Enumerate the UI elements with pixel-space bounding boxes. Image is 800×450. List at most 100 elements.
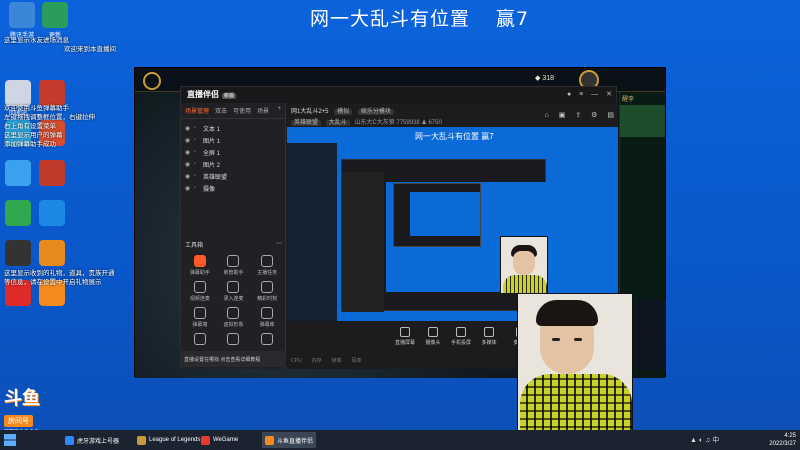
clock-date: 2022/3/27 bbox=[769, 441, 796, 447]
tool-label: 虚拟形象 bbox=[223, 322, 244, 328]
scene-item[interactable]: ◉ ▫ 图片 2 bbox=[185, 158, 281, 170]
tool-label: 弹幕墙 bbox=[192, 322, 208, 328]
visibility-icon[interactable]: ◉ bbox=[185, 125, 194, 132]
toolbox-item[interactable]: 精彩时刻 bbox=[252, 281, 282, 302]
tab-available[interactable]: 可使用 bbox=[233, 106, 251, 115]
help-notice[interactable]: 直播设置在哪找 点击查看详细教程 bbox=[181, 351, 286, 367]
visibility-icon[interactable]: ◉ bbox=[185, 137, 194, 144]
tab-scene-manage[interactable]: 场景管理 bbox=[185, 106, 209, 115]
friends-green-bar bbox=[620, 105, 665, 137]
gift-icon[interactable]: ⌂ bbox=[545, 112, 549, 119]
scene-tabs: 场景管理 双击 可使用 场景 + bbox=[181, 103, 285, 119]
taskbar-app-icon bbox=[265, 435, 274, 445]
source-button[interactable]: 多媒体 bbox=[473, 327, 505, 346]
add-scene-icon[interactable]: + bbox=[277, 106, 281, 115]
stat-label: 内存 bbox=[311, 358, 322, 364]
visibility-icon[interactable]: ◉ bbox=[185, 149, 194, 156]
toolbox-item[interactable]: 虚拟形象 bbox=[219, 307, 249, 328]
scene-name: 摄像 bbox=[203, 186, 216, 193]
record-icon[interactable]: ▣ bbox=[559, 112, 566, 119]
lock-icon[interactable]: ▫ bbox=[194, 161, 203, 167]
friends-panel-label: 醒李 bbox=[622, 97, 635, 103]
close-icon[interactable]: ✕ bbox=[606, 91, 612, 98]
toolbox-item[interactable] bbox=[252, 333, 282, 347]
avatar-icon[interactable]: ● bbox=[567, 91, 571, 98]
share-icon[interactable]: ⇪ bbox=[575, 112, 581, 119]
tool-label: 视频连麦 bbox=[189, 296, 210, 302]
lock-icon[interactable]: ▫ bbox=[194, 173, 203, 179]
live-preview[interactable]: 网一大乱斗有位置 赢7 bbox=[287, 127, 618, 321]
tool-label: 弹幕库 bbox=[259, 322, 275, 328]
client-lower-right bbox=[636, 300, 666, 370]
stream-tag[interactable]: 模拟 bbox=[334, 109, 353, 115]
fans-count: ♟ 6750 bbox=[421, 120, 442, 126]
minimize-icon[interactable]: — bbox=[591, 91, 598, 98]
visibility-icon[interactable]: ◉ bbox=[185, 173, 194, 180]
stream-banner: 网一大乱斗有位置 赢7 bbox=[310, 4, 529, 31]
scene-item[interactable]: ◉ ▫ 英雄联盟 bbox=[185, 170, 281, 182]
category-tag-2[interactable]: 大乱斗 bbox=[325, 120, 350, 126]
toolbox-item[interactable] bbox=[219, 333, 249, 347]
chat-line: 欢迎来到本直播间 bbox=[64, 46, 116, 53]
lock-icon[interactable]: ▫ bbox=[194, 149, 203, 155]
scene-item[interactable]: ◉ ▫ 文本 1 bbox=[185, 122, 281, 134]
category-tag[interactable]: 英雄联盟 bbox=[291, 120, 322, 126]
toolbox-item[interactable]: 弹幕库 bbox=[252, 307, 282, 328]
version-badge: 新版 bbox=[222, 93, 237, 99]
toolbox-item[interactable]: 主播任务 bbox=[252, 255, 282, 276]
tool-icon bbox=[227, 281, 240, 293]
chat-line: 这里显示水友进场消息 bbox=[4, 37, 69, 44]
tool-icon bbox=[227, 307, 240, 319]
start-button-icon[interactable] bbox=[4, 434, 16, 446]
tray-icons[interactable]: ▲ ◐ ♫ 中 bbox=[690, 435, 719, 445]
stat-label: 帧率 bbox=[331, 358, 342, 364]
toolbox-item[interactable] bbox=[185, 333, 215, 347]
visibility-icon[interactable]: ◉ bbox=[185, 185, 194, 192]
lock-icon[interactable]: ▫ bbox=[194, 185, 203, 191]
taskbar-item[interactable]: League of Legends bbox=[134, 432, 203, 448]
toolbox: 工具箱 ⋯ 弹幕助手 房管助手 主播任务视频连麦 录入连麦 精彩时刻弹幕墙 虚拟形象 弹幕库 bbox=[185, 240, 282, 347]
scene-item[interactable]: ◉ ▫ 图片 1 bbox=[185, 134, 281, 146]
stream-tag-2[interactable]: 娱乐分模块 bbox=[357, 109, 394, 115]
more-icon[interactable]: ⋯ bbox=[276, 240, 282, 249]
scene-item[interactable]: ◉ ▫ 摄像 bbox=[185, 182, 281, 194]
tray-clock[interactable]: 4:25 2022/3/27 bbox=[769, 432, 796, 448]
toolbox-title: 工具箱 bbox=[185, 243, 204, 249]
tab-double[interactable]: 双击 bbox=[215, 106, 227, 115]
taskbar-item-label: 虎牙游戏上号器 bbox=[77, 438, 120, 445]
client-currency: ◆ 318 bbox=[535, 75, 555, 82]
tool-icon bbox=[261, 255, 274, 267]
tab-scene[interactable]: 场景 bbox=[257, 106, 269, 115]
lol-logo-icon[interactable] bbox=[143, 72, 161, 90]
chat-line: 这里显示收到的礼物，道具，贵族开通 bbox=[4, 270, 115, 277]
taskbar-app-icon bbox=[65, 435, 74, 445]
settings-icon[interactable]: ⚙ bbox=[591, 112, 597, 119]
desktop-icon[interactable]: 更新 bbox=[35, 2, 75, 39]
taskbar-item[interactable]: 虎牙游戏上号器 bbox=[62, 432, 122, 448]
stat-label: 码率 bbox=[351, 358, 362, 364]
toolbox-item[interactable]: 弹幕墙 bbox=[185, 307, 215, 328]
toolbox-item[interactable]: 弹幕助手 bbox=[185, 255, 215, 276]
taskbar-item-label: League of Legends bbox=[149, 437, 201, 443]
menu-icon[interactable]: ≡ bbox=[579, 91, 583, 98]
tool-icon bbox=[227, 333, 240, 345]
toolbox-item[interactable]: 视频连麦 bbox=[185, 281, 215, 302]
scene-name: 图片 2 bbox=[203, 162, 221, 169]
tool-label: 录入连麦 bbox=[223, 296, 244, 302]
source-icon bbox=[484, 327, 494, 337]
lock-icon[interactable]: ▫ bbox=[194, 125, 203, 131]
lock-icon[interactable]: ▫ bbox=[194, 137, 203, 143]
scene-item[interactable]: ◉ ▫ 全屏 1 bbox=[185, 146, 281, 158]
toolbox-item[interactable]: 房管助手 bbox=[219, 255, 249, 276]
taskbar-item[interactable]: 斗鱼直播伴侣 bbox=[262, 432, 317, 448]
app-icon bbox=[9, 2, 35, 28]
douyu-logo: 斗鱼 bbox=[4, 388, 40, 408]
chat-icon[interactable]: ▤ bbox=[607, 112, 614, 119]
tool-label: 弹幕助手 bbox=[189, 270, 210, 276]
taskbar-item[interactable]: WeGame bbox=[198, 432, 241, 448]
chat-line: 右上角有设置菜单 bbox=[4, 123, 56, 130]
visibility-icon[interactable]: ◉ bbox=[185, 161, 194, 168]
stream-title[interactable]: 网1大乱斗2+5 bbox=[291, 109, 329, 115]
toolbox-item[interactable]: 录入连麦 bbox=[219, 281, 249, 302]
source-icon bbox=[400, 327, 410, 337]
